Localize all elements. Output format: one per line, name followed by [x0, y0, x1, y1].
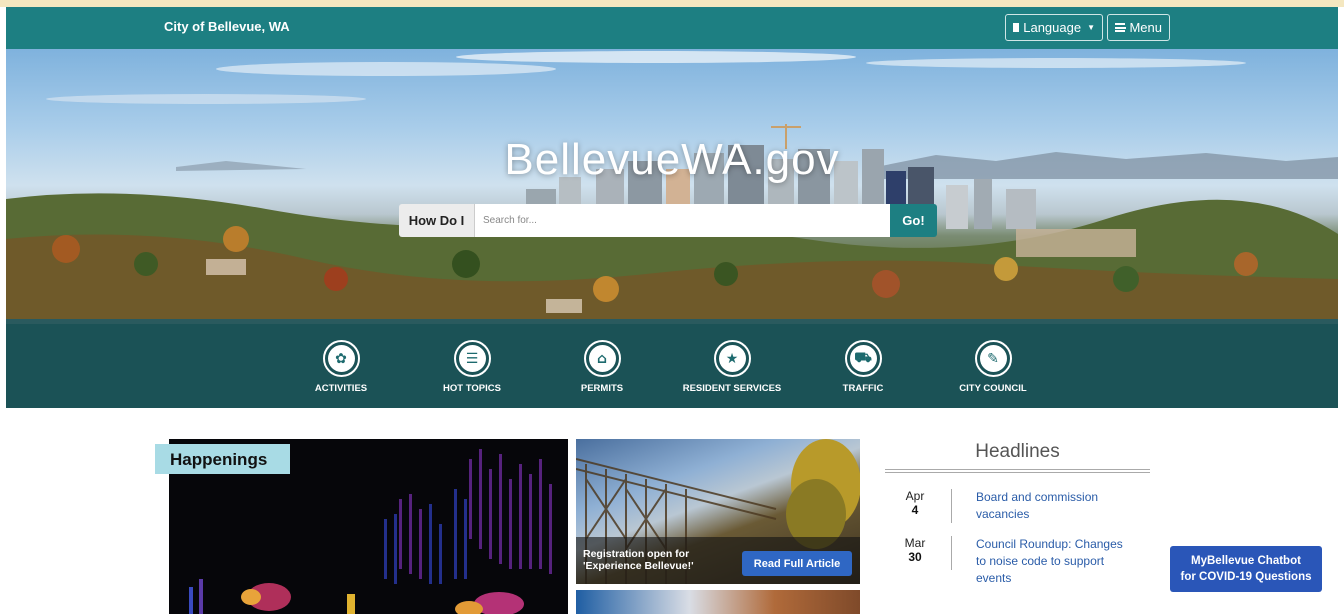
quicklink-label: RESIDENT SERVICES	[682, 383, 782, 394]
menu-button[interactable]: Menu	[1107, 14, 1170, 41]
quicklink-hot-topics[interactable]: ☰ HOT TOPICS	[402, 340, 542, 394]
quicklink-traffic-circle: ⛟	[844, 340, 882, 377]
quicklink-permits-circle: ⌂	[583, 340, 621, 377]
search-go-button[interactable]: Go!	[890, 204, 937, 237]
activities-icon: ✿	[327, 345, 355, 372]
caret-down-icon: ▼	[1087, 23, 1095, 32]
headline-link[interactable]: Board and commission vacancies	[976, 489, 1131, 523]
headlines-divider	[885, 469, 1150, 473]
how-do-i-dropdown[interactable]: How Do I	[399, 204, 475, 237]
happenings-tag: Happenings	[155, 444, 290, 474]
quicklink-label: PERMITS	[580, 383, 624, 394]
headline-link[interactable]: Council Roundup: Changes to noise code t…	[976, 536, 1131, 587]
read-full-article-button[interactable]: Read Full Article	[742, 551, 852, 576]
headlines-title: Headlines	[975, 441, 1060, 462]
headline-month: Mar	[904, 536, 926, 550]
quicklink-hot-topics-circle: ☰	[453, 340, 491, 377]
quicklink-city-council[interactable]: ✎ CITY COUNCIL	[923, 340, 1063, 394]
city-council-icon: ✎	[979, 345, 1007, 372]
hero-banner: BellevueWA.gov How Do I Go! ✿ ACTIVITIES…	[6, 49, 1338, 408]
headline-separator	[951, 489, 952, 523]
quicklink-label: ACTIVITIES	[314, 383, 368, 394]
quicklink-activities[interactable]: ✿ ACTIVITIES	[271, 340, 411, 394]
headline-month: Apr	[905, 489, 925, 503]
top-navbar: City of Bellevue, WA Language ▼ Menu	[6, 7, 1338, 49]
language-button[interactable]: Language ▼	[1005, 14, 1103, 41]
article-card[interactable]: Registration open for 'Experience Bellev…	[576, 439, 860, 584]
headline-day: 4	[911, 503, 919, 517]
language-label: Language	[1023, 20, 1082, 35]
quicklink-label: TRAFFIC	[842, 383, 884, 394]
quicklink-label: HOT TOPICS	[443, 383, 501, 394]
quicklink-resident-services-circle: ★	[713, 340, 751, 377]
traffic-icon: ⛟	[849, 345, 877, 372]
site-brand-link[interactable]: City of Bellevue, WA	[164, 19, 290, 34]
second-article-image[interactable]	[576, 590, 860, 614]
quicklink-resident-services[interactable]: ★ RESIDENT SERVICES	[662, 340, 802, 394]
headlines-section: Headlines Apr 4 Board and commission vac…	[885, 439, 1150, 585]
chatbot-line1: MyBellevue Chatbot	[1191, 555, 1301, 567]
quicklink-permits[interactable]: ⌂ PERMITS	[532, 340, 672, 394]
hero-title: BellevueWA.gov	[504, 135, 840, 184]
quicklink-traffic[interactable]: ⛟ TRAFFIC	[793, 340, 933, 394]
chatbot-line2: for COVID-19 Questions	[1180, 571, 1312, 583]
hamburger-icon	[1115, 23, 1127, 32]
headline-day: 30	[908, 550, 922, 564]
language-icon	[1013, 23, 1022, 32]
star-icon: ★	[718, 345, 746, 372]
permits-icon: ⌂	[588, 345, 616, 372]
article-caption: Registration open for 'Experience Bellev…	[583, 548, 694, 572]
chatbot-button[interactable]: MyBellevue Chatbot for COVID-19 Question…	[1170, 546, 1322, 592]
top-strip	[0, 0, 1344, 7]
headline-separator	[951, 536, 952, 570]
headline-item: Apr 4 Board and commission vacancies	[885, 489, 1150, 536]
headline-date: Mar 30	[885, 536, 945, 564]
quick-links-bar: ✿ ACTIVITIES ☰ HOT TOPICS ⌂ PERMITS ★ RE…	[6, 324, 1338, 408]
article-caption-bar: Registration open for 'Experience Bellev…	[576, 537, 860, 584]
search-input[interactable]	[475, 204, 890, 237]
headline-date: Apr 4	[885, 489, 945, 517]
search-bar: How Do I Go!	[399, 204, 937, 237]
quicklink-activities-circle: ✿	[322, 340, 360, 377]
quicklink-label: CITY COUNCIL	[959, 383, 1027, 394]
hot-topics-icon: ☰	[458, 345, 486, 372]
headline-item: Mar 30 Council Roundup: Changes to noise…	[885, 536, 1150, 585]
quicklink-city-council-circle: ✎	[974, 340, 1012, 377]
menu-label: Menu	[1129, 20, 1162, 35]
